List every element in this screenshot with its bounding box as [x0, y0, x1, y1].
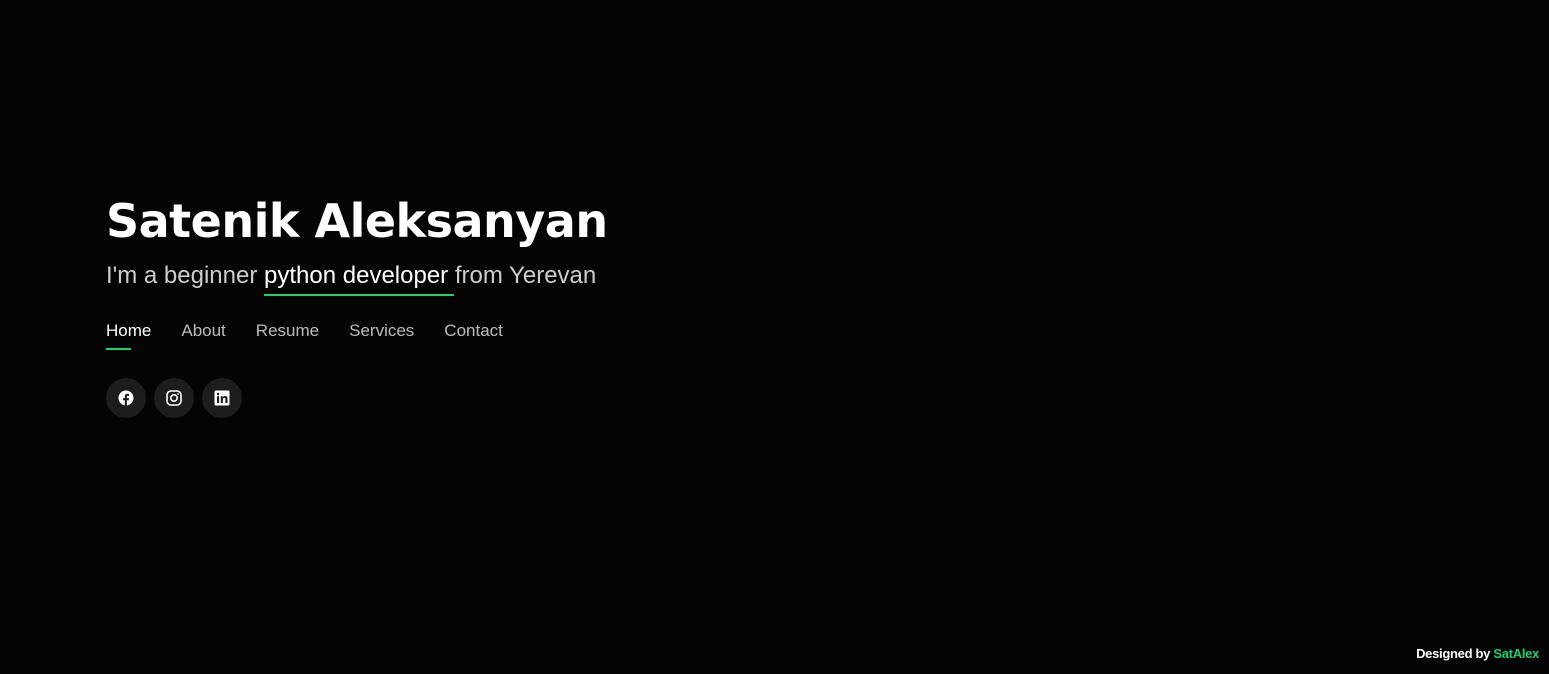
header: Satenik Aleksanyan I'm a beginner python…: [106, 191, 608, 418]
typed-highlight: python developer: [264, 261, 455, 296]
author-link[interactable]: SatAlex: [1493, 646, 1539, 661]
instagram-icon: [166, 390, 182, 406]
page: Satenik Aleksanyan I'm a beginner python…: [0, 0, 1549, 674]
credits: Designed by SatAlex: [1416, 646, 1539, 661]
nav-item-about[interactable]: About: [181, 320, 225, 350]
tagline-suffix: from Yerevan: [448, 262, 597, 289]
main-nav: Home About Resume Services Contact: [106, 320, 608, 350]
facebook-link[interactable]: [106, 378, 146, 418]
tagline-prefix: I'm a beginner: [106, 262, 265, 289]
credits-prefix: Designed by: [1416, 646, 1494, 661]
nav-item-resume[interactable]: Resume: [256, 320, 319, 350]
instagram-link[interactable]: [154, 378, 194, 418]
nav-item-contact[interactable]: Contact: [444, 320, 503, 350]
nav-item-home[interactable]: Home: [106, 320, 151, 350]
nav-item-services[interactable]: Services: [349, 320, 414, 350]
site-title[interactable]: Satenik Aleksanyan: [106, 191, 608, 251]
social-links: [106, 378, 608, 418]
tagline: I'm a beginner python developer from Yer…: [106, 261, 608, 296]
facebook-icon: [118, 390, 134, 406]
linkedin-link[interactable]: [202, 378, 242, 418]
linkedin-icon: [214, 390, 230, 406]
